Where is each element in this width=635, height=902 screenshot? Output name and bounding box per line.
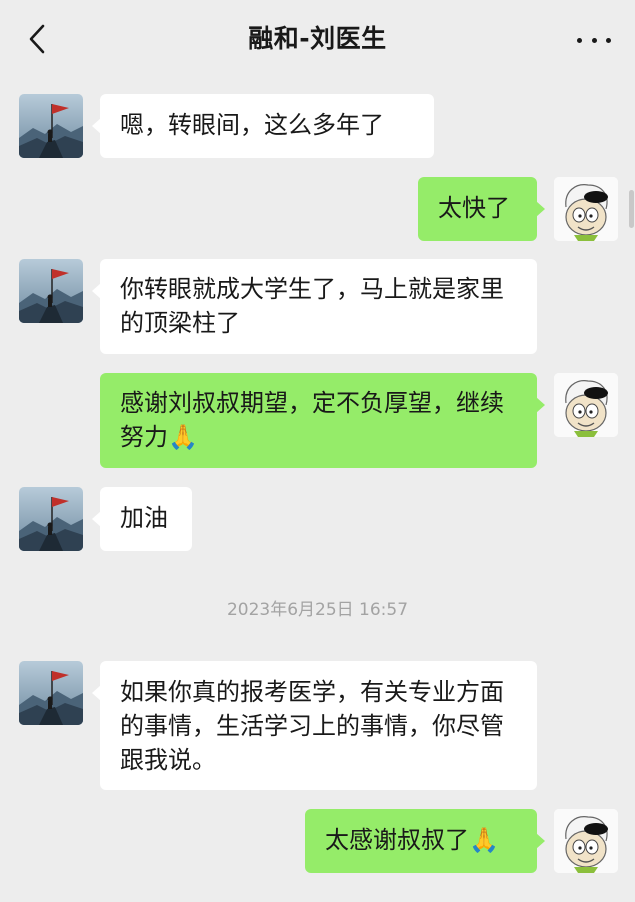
chat-title: 融和-刘医生 [248,24,387,53]
contact-avatar[interactable] [19,259,83,323]
message-timestamp: 2023年6月25日 16:57 [226,600,409,620]
message-bubble-incoming[interactable]: 嗯，转眼间，这么多年了 [92,94,434,158]
message-bubble-incoming[interactable]: 你转眼就成大学生了，马上就是家里的顶梁柱了 [92,259,537,354]
contact-avatar[interactable] [19,487,83,551]
more-options-button[interactable] [577,30,611,50]
my-avatar[interactable] [554,177,618,241]
my-avatar[interactable] [554,809,618,873]
message-bubble-outgoing[interactable]: 太感谢叔叔了🙏 [305,809,545,873]
message-bubble-outgoing[interactable]: 感谢刘叔叔期望，定不负厚望，继续努力🙏 [100,373,545,468]
my-avatar[interactable] [554,373,618,437]
chat-header: 融和-刘医生 [0,0,635,80]
more-dots-icon [577,37,582,43]
message-bubble-outgoing[interactable]: 太快了 [418,177,545,241]
message-bubble-incoming[interactable]: 如果你真的报考医学，有关专业方面的事情，生活学习上的事情，你尽管跟我说。 [92,661,537,790]
scrollbar-thumb[interactable] [629,190,634,228]
contact-avatar[interactable] [19,94,83,158]
contact-avatar[interactable] [19,661,83,725]
message-bubble-incoming[interactable]: 加油 [92,487,192,551]
